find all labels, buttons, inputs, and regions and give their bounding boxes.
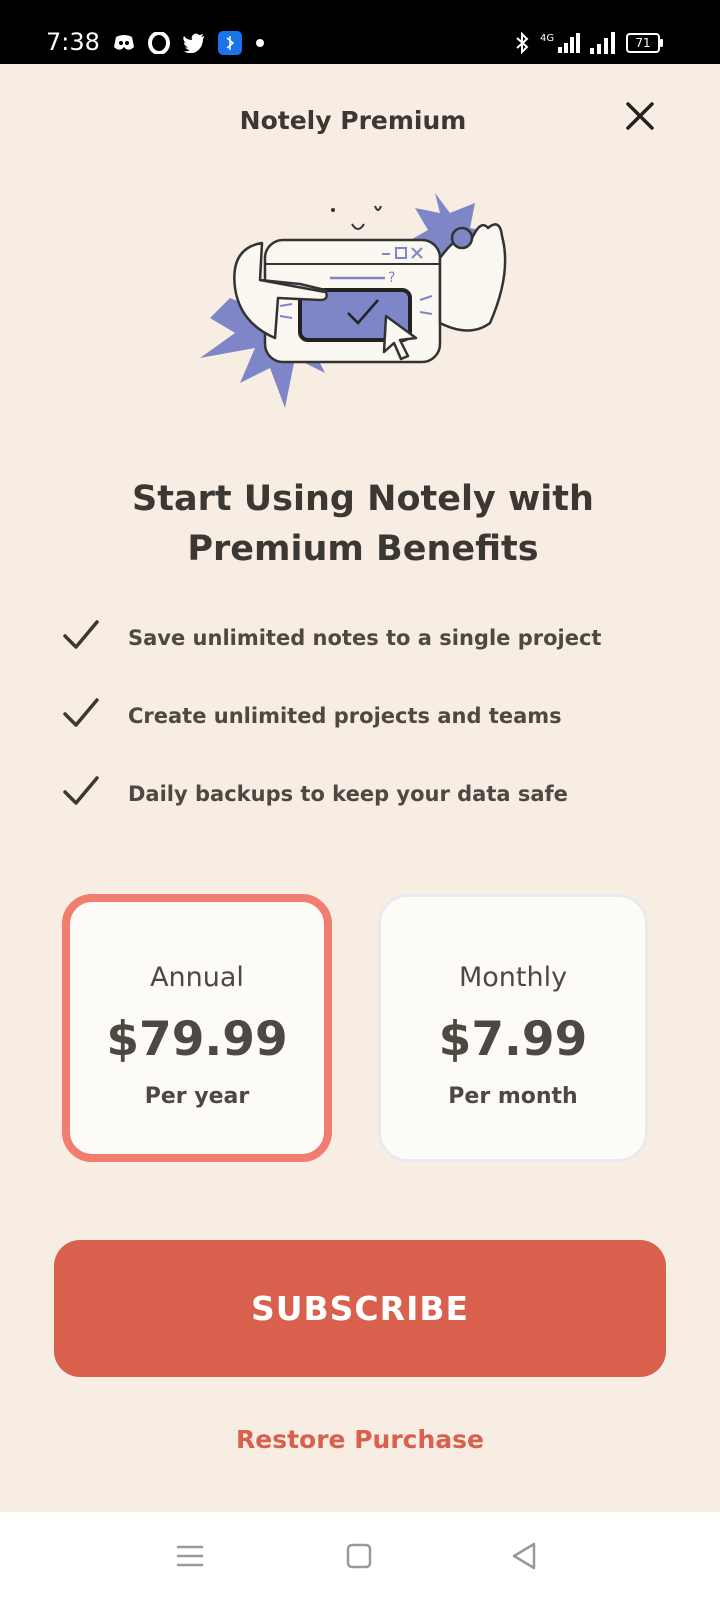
close-icon xyxy=(626,102,654,130)
benefit-text: Save unlimited notes to a single project xyxy=(128,626,602,650)
back-button[interactable] xyxy=(506,1536,546,1576)
check-icon xyxy=(63,698,99,727)
plan-name: Annual xyxy=(150,962,244,993)
plan-price: $7.99 xyxy=(438,1012,588,1067)
benefit-text: Daily backups to keep your data safe xyxy=(128,782,568,806)
headline-line-1: Start Using Notely with xyxy=(132,479,594,519)
status-time: 7:38 xyxy=(46,28,100,56)
benefit-text: Create unlimited projects and teams xyxy=(128,704,562,728)
battery-icon: 71 xyxy=(626,33,663,53)
home-icon xyxy=(346,1543,372,1569)
discord-icon xyxy=(114,35,134,50)
premium-illustration: ? xyxy=(200,193,507,408)
opera-icon xyxy=(148,32,170,54)
restore-purchase-link[interactable]: Restore Purchase xyxy=(0,1425,720,1454)
signal-icon xyxy=(590,32,615,54)
plan-annual[interactable]: Annual $79.99 Per year xyxy=(62,894,332,1162)
check-icon xyxy=(63,776,99,805)
headline: Start Using Notely with Premium Benefits xyxy=(40,474,686,574)
subscribe-button[interactable]: SUBSCRIBE xyxy=(54,1240,666,1377)
benefit-item: Daily backups to keep your data safe xyxy=(62,774,682,814)
status-bar: 7:38 4G 71 xyxy=(0,0,720,64)
signal-4g-icon: 4G xyxy=(540,33,580,53)
status-icons-right: 4G 71 xyxy=(514,30,663,56)
back-icon xyxy=(512,1542,536,1570)
plan-price: $79.99 xyxy=(106,1012,288,1067)
headline-line-2: Premium Benefits xyxy=(187,529,539,569)
page-title: Notely Premium xyxy=(239,106,467,135)
benefit-item: Create unlimited projects and teams xyxy=(62,696,682,736)
plan-monthly[interactable]: Monthly $7.99 Per month xyxy=(378,894,648,1162)
close-button[interactable] xyxy=(622,98,658,134)
status-icons-left xyxy=(112,30,266,56)
plan-period: Per year xyxy=(144,1084,250,1109)
plan-period: Per month xyxy=(448,1084,578,1109)
svg-text:?: ? xyxy=(388,270,395,286)
plan-name: Monthly xyxy=(458,962,568,993)
svg-text:4G: 4G xyxy=(540,33,554,44)
menu-icon xyxy=(176,1545,204,1567)
check-icon xyxy=(63,620,99,649)
bluetooth-icon xyxy=(516,32,529,54)
menu-button[interactable] xyxy=(170,1536,210,1576)
app-icon xyxy=(218,31,242,55)
home-button[interactable] xyxy=(340,1536,380,1576)
benefit-item: Save unlimited notes to a single project xyxy=(62,618,682,658)
twitter-icon xyxy=(183,33,204,53)
battery-level: 71 xyxy=(635,36,651,50)
dot-icon xyxy=(256,39,264,47)
navigation-bar xyxy=(0,1512,720,1600)
